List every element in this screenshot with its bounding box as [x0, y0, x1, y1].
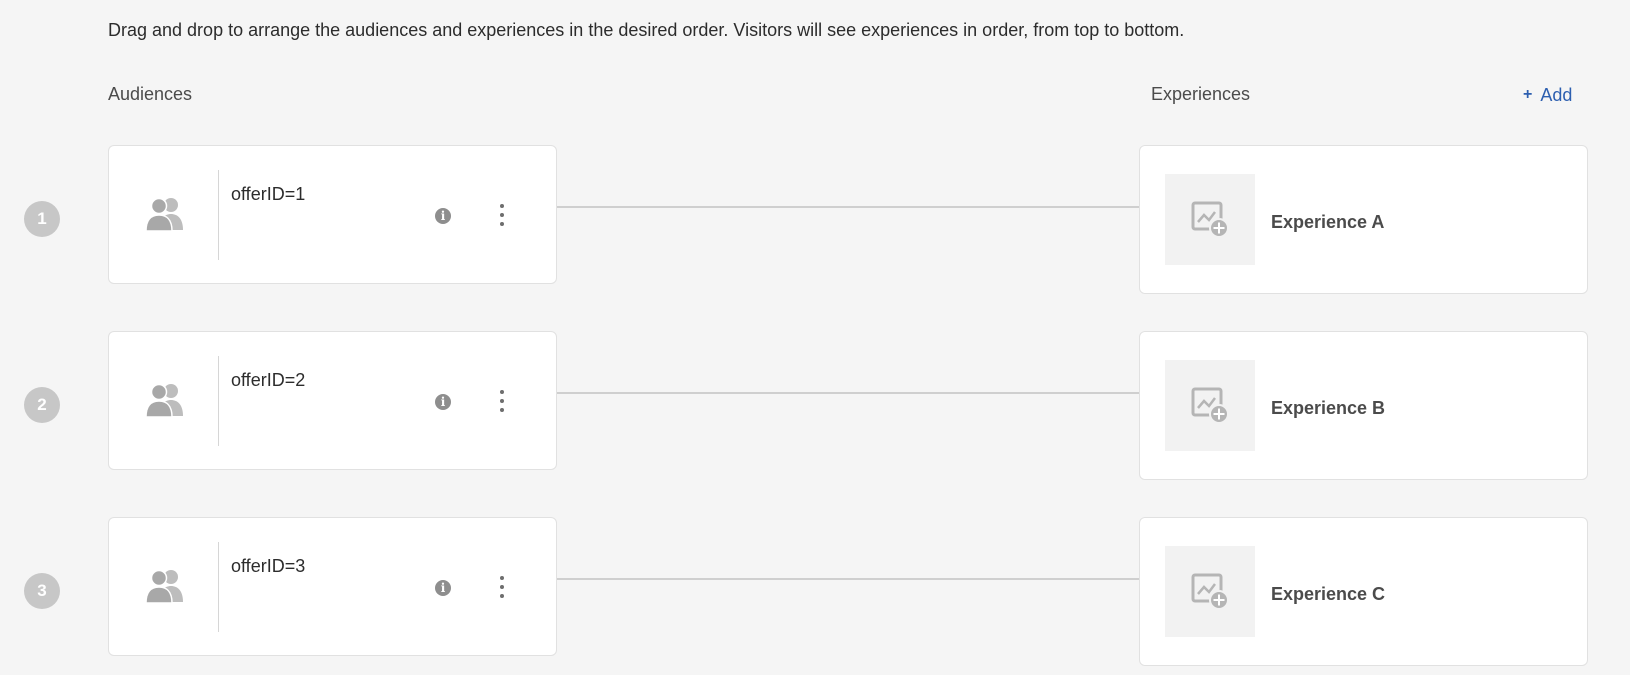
image-add-icon: [1191, 573, 1229, 610]
more-options-icon[interactable]: [495, 576, 509, 598]
audience-icon: [145, 569, 183, 604]
row-number-badge: 3: [24, 573, 60, 609]
row-number-badge: 2: [24, 387, 60, 423]
image-add-icon: [1191, 387, 1229, 424]
experience-thumbnail[interactable]: [1165, 360, 1255, 451]
instructions-text: Drag and drop to arrange the audiences a…: [108, 20, 1185, 40]
experience-card[interactable]: Experience A: [1139, 145, 1588, 294]
audience-card[interactable]: offerID=2 i: [108, 331, 557, 470]
experience-card[interactable]: Experience B: [1139, 331, 1588, 480]
more-options-icon[interactable]: [495, 204, 509, 226]
audience-name: offerID=2: [231, 370, 306, 390]
audience-name: offerID=1: [231, 184, 306, 204]
info-icon[interactable]: i: [435, 208, 451, 224]
audience-card[interactable]: offerID=1 i: [108, 145, 557, 284]
connector-line: [557, 206, 1139, 208]
audience-experience-row: 3 offerID=3 i Experience C: [0, 517, 1630, 667]
experience-card[interactable]: Experience C: [1139, 517, 1588, 666]
info-icon[interactable]: i: [435, 394, 451, 410]
experience-thumbnail[interactable]: [1165, 174, 1255, 265]
plus-icon: +: [1523, 86, 1533, 103]
audiences-header: Audiences: [108, 84, 193, 104]
experience-name: Experience A: [1271, 212, 1385, 232]
experience-name: Experience C: [1271, 584, 1386, 604]
card-divider: [218, 356, 219, 446]
audience-icon: [145, 197, 183, 232]
audience-icon: [145, 383, 183, 418]
add-experience-button[interactable]: + Add: [1523, 82, 1572, 108]
row-number-badge: 1: [24, 201, 60, 237]
card-divider: [218, 542, 219, 632]
experience-name: Experience B: [1271, 398, 1386, 418]
audience-name: offerID=3: [231, 556, 306, 576]
card-divider: [218, 170, 219, 260]
image-add-icon: [1191, 201, 1229, 238]
connector-line: [557, 578, 1139, 580]
experiences-header: Experiences: [1151, 84, 1251, 104]
add-button-label: Add: [1540, 84, 1573, 105]
more-options-icon[interactable]: [495, 390, 509, 412]
audience-experience-row: 2 offerID=2 i Experience B: [0, 331, 1630, 481]
audience-card[interactable]: offerID=3 i: [108, 517, 557, 656]
connector-line: [557, 392, 1139, 394]
info-icon[interactable]: i: [435, 580, 451, 596]
experience-thumbnail[interactable]: [1165, 546, 1255, 637]
audience-experience-row: 1 offerID=1 i Experience A: [0, 145, 1630, 295]
